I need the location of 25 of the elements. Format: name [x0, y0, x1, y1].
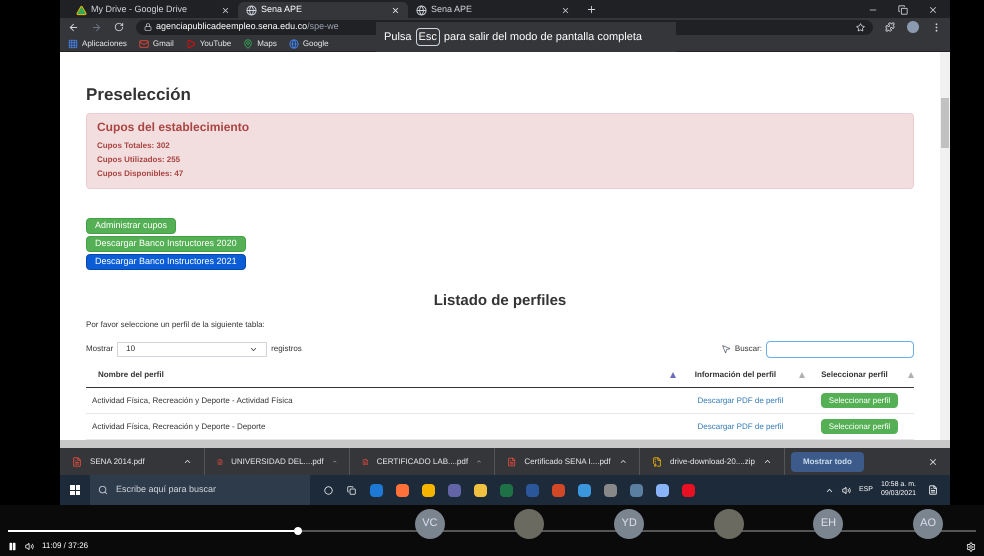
section-title: Listado de perfiles	[432, 291, 568, 311]
notice-text: Pulsa	[384, 30, 412, 45]
search-label: Buscar:	[734, 343, 762, 355]
tab-title: Sena APE	[261, 3, 304, 16]
notice-text: para salir del modo de pantalla completa	[444, 30, 642, 45]
tab-title: Sena APE	[431, 3, 474, 16]
instructions-text: Por favor seleccione un perfil de la siguiente tabla:	[86, 318, 266, 330]
length-label: registros	[271, 343, 302, 355]
url-path: /spe-we	[307, 20, 339, 34]
tab-title: My Drive - Google Drive	[91, 3, 188, 16]
length-label: Mostrar	[86, 343, 114, 355]
page-title: Preselección	[86, 86, 192, 103]
alert-line: Cupos Totales: 302	[97, 142, 171, 150]
video-time: 11:09 / 37:26	[42, 540, 88, 552]
url-domain: agenciapublicadeempleo.sena.edu.co	[156, 20, 308, 34]
alert-line: Cupos Utilizados: 255	[97, 156, 182, 164]
participant-avatar: AO	[913, 508, 944, 538]
participant-avatar: EH	[813, 508, 844, 538]
table-cell: Actividad Física, Recreación y Deporte - Deporte	[86, 414, 676, 440]
alert-title: Cupos del establecimiento	[97, 119, 250, 136]
key-label: Esc	[416, 28, 440, 46]
table-cell: Actividad Física, Recreación y Deporte - Actividad Física	[86, 388, 676, 414]
participant-avatar: VC	[414, 508, 445, 538]
participant-avatar: YD	[614, 508, 644, 538]
alert-line: Cupos Disponibles: 47	[97, 170, 184, 178]
